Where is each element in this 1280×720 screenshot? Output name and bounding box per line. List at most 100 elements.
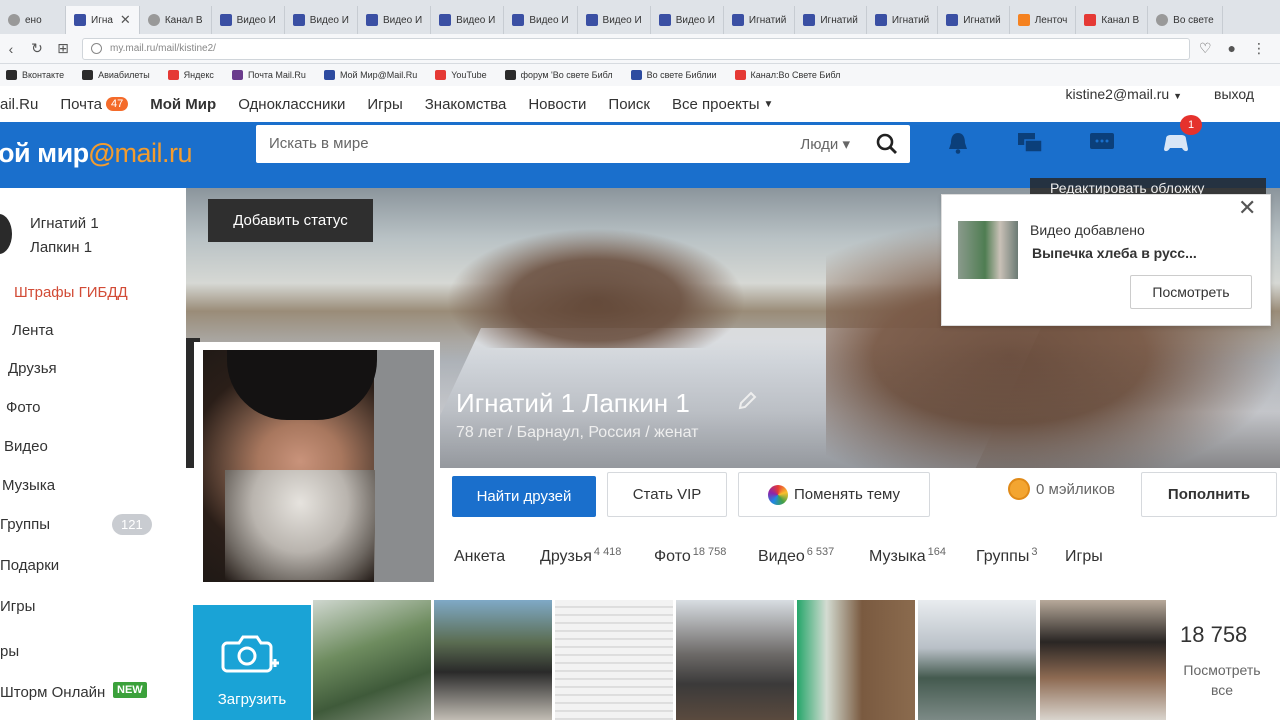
mail-icon <box>946 14 959 26</box>
sidebar-item-feed[interactable]: Лента <box>12 322 54 339</box>
portal-news-link[interactable]: Новости <box>528 96 586 113</box>
change-theme-button[interactable]: Поменять тему <box>738 472 930 517</box>
portal-dating-link[interactable]: Знакомства <box>425 96 507 113</box>
notification-body[interactable]: Выпечка хлеба в русс... <box>1032 245 1197 261</box>
photo-thumbnail[interactable] <box>313 600 431 720</box>
browser-tab[interactable]: Видео И <box>212 6 285 34</box>
browser-tab[interactable]: Видео И <box>358 6 432 34</box>
sidebar-item-photo[interactable]: Фото <box>6 399 40 416</box>
view-button[interactable]: Посмотреть <box>1130 275 1252 309</box>
user-email-menu[interactable]: kistine2@mail.ru ▼ <box>1066 86 1183 102</box>
bell-icon[interactable] <box>944 130 972 156</box>
browser-tab[interactable]: ено <box>0 6 66 34</box>
tab-music[interactable]: Музыка 164 <box>869 546 946 566</box>
bookmark-item[interactable]: Почта Mail.Ru <box>231 70 306 80</box>
ok-icon <box>1017 14 1030 26</box>
bookmark-item[interactable]: Мой Мир@Mail.Ru <box>323 70 417 80</box>
search-box[interactable]: Искать в мире Люди ▾ <box>256 125 910 163</box>
browser-tab[interactable]: Игнатий <box>724 6 796 34</box>
sidebar-item-video[interactable]: Видео <box>4 438 48 455</box>
bookmark-item[interactable]: Канал:Во Свете Библ <box>734 70 840 80</box>
topup-button[interactable]: Пополнить <box>1141 472 1277 517</box>
browser-tab[interactable]: Во свете <box>1148 6 1223 34</box>
bookmark-item[interactable]: форум 'Во свете Библ <box>504 70 613 80</box>
bookmark-item[interactable]: Авиабилеты <box>82 70 150 80</box>
photo-thumbnail[interactable] <box>918 600 1036 720</box>
extension-icon[interactable]: ● <box>1228 40 1236 57</box>
sidebar-item-groups[interactable]: Группы <box>0 516 50 533</box>
bookmark-item[interactable]: YouTube <box>435 70 487 80</box>
apps-grid-icon[interactable]: ⊞ <box>56 40 70 57</box>
portal-myworld-link[interactable]: Мой Мир <box>150 96 216 113</box>
browser-tab[interactable]: Ленточ <box>1010 6 1077 34</box>
browser-tab[interactable]: Игнатий <box>938 6 1010 34</box>
add-status-button[interactable]: Добавить статус <box>208 199 373 242</box>
portal-mail-link[interactable]: Почта 47 <box>60 96 129 113</box>
browser-tab-label: Видео И <box>382 14 423 26</box>
upload-photo-button[interactable]: Загрузить <box>193 605 311 720</box>
bookmark-item[interactable]: Вконтакте <box>6 70 64 80</box>
sidebar-item-storm-online[interactable]: Шторм Онлайн <box>0 684 105 701</box>
address-field[interactable]: my.mail.ru/mail/kistine2/ <box>82 37 1190 60</box>
bookmark-heart-icon[interactable]: ♡ <box>1199 40 1212 57</box>
search-input[interactable]: Искать в мире <box>269 135 369 152</box>
tab-profile[interactable]: Анкета <box>454 548 505 566</box>
tab-groups[interactable]: Группы 3 <box>976 546 1037 566</box>
browser-tab[interactable]: Видео И <box>504 6 578 34</box>
browser-tab[interactable]: Видео И <box>651 6 724 34</box>
profile-avatar[interactable] <box>194 342 440 586</box>
back-icon[interactable]: ‹ <box>4 41 18 57</box>
photo-thumbnail[interactable] <box>797 600 915 720</box>
avatar[interactable] <box>0 214 12 254</box>
photo-thumbnail[interactable] <box>676 600 794 720</box>
photo-thumbnail[interactable] <box>434 600 552 720</box>
search-icon[interactable] <box>876 133 898 155</box>
theme-palette-icon <box>767 484 788 505</box>
browser-tab[interactable]: Игнатий <box>795 6 867 34</box>
menu-icon[interactable]: ⋮ <box>1252 40 1266 57</box>
find-friends-button[interactable]: Найти друзей <box>452 476 596 517</box>
tab-video[interactable]: Видео 6 537 <box>758 546 834 566</box>
browser-tab[interactable]: Видео И <box>285 6 358 34</box>
portal-games-link[interactable]: Игры <box>367 96 402 113</box>
close-icon[interactable]: ✕ <box>1238 195 1256 221</box>
bookmark-item[interactable]: Во свете Библии <box>630 70 717 80</box>
bookmark-item[interactable]: Яндекс <box>167 70 214 80</box>
reload-icon[interactable]: ↻ <box>30 40 44 57</box>
browser-tab-label: Игнатий <box>963 14 1001 26</box>
see-all-photos-link[interactable]: Посмотреть все <box>1172 660 1272 700</box>
become-vip-button[interactable]: Стать VIP <box>607 472 727 517</box>
sidebar-item-friends[interactable]: Друзья <box>8 360 57 377</box>
messages-icon[interactable] <box>1016 130 1044 156</box>
portal-mailru-link[interactable]: ail.Ru <box>0 96 38 113</box>
photo-thumbnail[interactable] <box>1040 600 1166 720</box>
close-tab-icon[interactable]: ✕ <box>120 12 131 28</box>
sidebar-user-name[interactable]: Игнатий 1 Лапкин 1 <box>30 212 99 260</box>
portal-ok-link[interactable]: Одноклассники <box>238 96 345 113</box>
chat-icon[interactable] <box>1088 130 1116 156</box>
tab-games[interactable]: Игры <box>1065 548 1103 566</box>
browser-tab[interactable]: Видео И <box>431 6 505 34</box>
browser-tab[interactable]: Канал В <box>140 6 212 34</box>
sidebar-item-gifts[interactable]: Подарки <box>0 557 59 574</box>
sidebar-item-fines[interactable]: Штрафы ГИБДД <box>14 284 128 301</box>
sidebar-item-games[interactable]: Игры <box>0 598 35 615</box>
sidebar-item-music[interactable]: Музыка <box>2 477 55 494</box>
browser-tab[interactable]: Игна ✕ <box>66 6 140 34</box>
myworld-logo[interactable]: ой мир@mail.ru <box>0 138 192 169</box>
browser-tab[interactable]: Канал В <box>1076 6 1149 34</box>
logout-link[interactable]: выход <box>1214 86 1254 102</box>
browser-tab[interactable]: Игнатий <box>867 6 939 34</box>
browser-tab[interactable]: Видео И <box>578 6 651 34</box>
sidebar-section-games: ры <box>0 643 20 660</box>
portal-all-projects-menu[interactable]: Все проекты ▼ <box>672 96 773 113</box>
tab-photo[interactable]: Фото 18 758 <box>654 546 726 566</box>
pencil-icon[interactable] <box>736 390 758 412</box>
search-scope-select[interactable]: Люди ▾ <box>800 135 850 153</box>
photo-thumbnail[interactable] <box>555 600 673 720</box>
youtube-icon <box>734 70 746 80</box>
portal-search-link[interactable]: Поиск <box>608 96 650 113</box>
notification-thumbnail[interactable] <box>958 221 1018 279</box>
site-info-icon[interactable] <box>91 43 102 54</box>
tab-friends[interactable]: Друзья 4 418 <box>540 546 621 566</box>
